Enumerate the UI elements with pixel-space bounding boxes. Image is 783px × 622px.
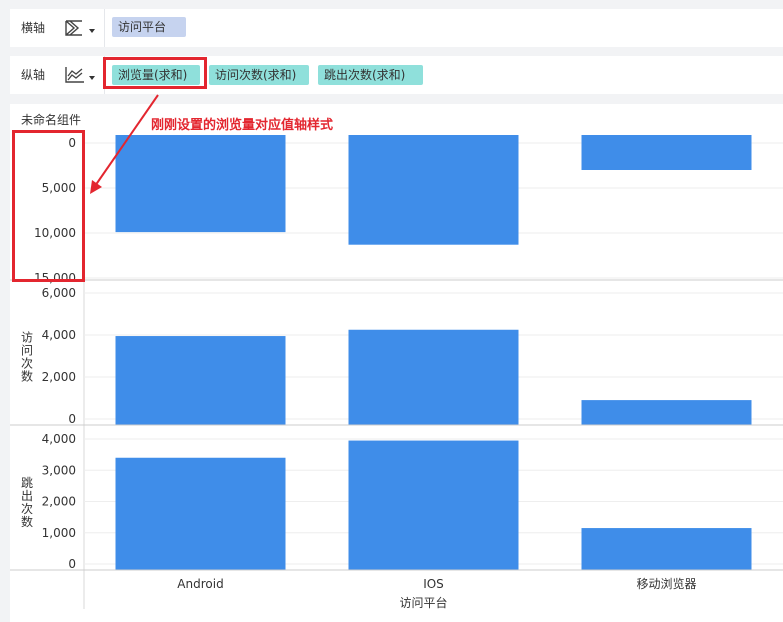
line-chart-icon[interactable]	[63, 65, 87, 85]
bar	[348, 135, 519, 245]
y-tick-label: 4,000	[42, 328, 76, 342]
y-axis-title: 跳出次数	[21, 476, 33, 529]
x-axis-label: 横轴	[21, 21, 46, 35]
y-tick-label: 0	[68, 557, 76, 571]
y-tick-label: 4,000	[42, 432, 76, 446]
divider	[104, 9, 105, 47]
y-field-pill-visits[interactable]: 访问次数(求和)	[209, 65, 309, 85]
bar	[581, 135, 752, 170]
x-field-pill[interactable]: 访问平台	[112, 17, 186, 37]
bar	[348, 329, 519, 425]
chevron-down-icon[interactable]	[89, 29, 95, 33]
bar	[115, 336, 286, 425]
bar	[115, 135, 286, 233]
chart-component: 未命名组件 0 5,000 10,000 15,000 0 2,000 4,000 6,000…	[10, 104, 783, 622]
bar	[581, 400, 752, 425]
y-axis-title: 访问次数	[21, 331, 33, 384]
y-tick-label: 3,000	[42, 463, 76, 477]
x-tick-label: 移动浏览器	[636, 576, 696, 591]
y-tick-label: 6,000	[42, 286, 76, 300]
y-tick-label: 0	[68, 412, 76, 426]
bar-chart-icon[interactable]	[63, 18, 87, 38]
y-tick-label: 1,000	[42, 526, 76, 540]
bar	[581, 528, 752, 570]
bar	[115, 457, 286, 570]
chevron-down-icon[interactable]	[89, 76, 95, 80]
x-axis-title: 访问平台	[399, 595, 447, 610]
annotation-text: 刚刚设置的浏览量对应值轴样式	[151, 118, 334, 133]
x-tick-label: IOS	[423, 577, 444, 591]
y-tick-label: 2,000	[42, 495, 76, 509]
y-axis-label: 纵轴	[21, 68, 46, 82]
bar-chart: 05,00010,00015,00002,0004,0006,000访问次数01…	[10, 135, 783, 610]
highlight-box-axis	[12, 130, 85, 282]
x-tick-label: Android	[177, 577, 223, 591]
bar	[348, 440, 519, 570]
y-field-pill-bounces[interactable]: 跳出次数(求和)	[318, 65, 423, 85]
x-axis-shelf: 横轴 访问平台	[10, 9, 783, 47]
y-tick-label: 2,000	[42, 370, 76, 384]
highlight-box-field	[103, 57, 207, 89]
